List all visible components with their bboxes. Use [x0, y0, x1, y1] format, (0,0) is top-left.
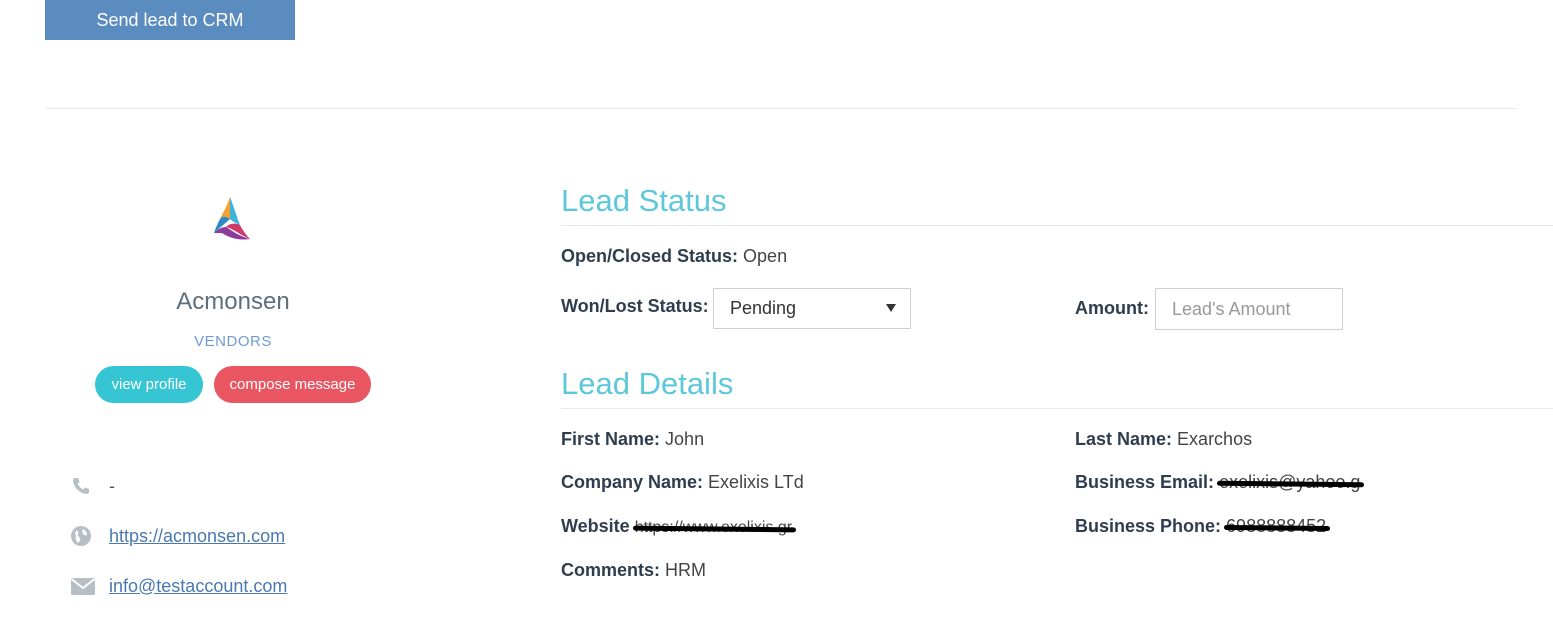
- business-phone-label: Business Phone:: [1075, 516, 1222, 536]
- lead-details-divider: [561, 408, 1553, 409]
- contact-website-link[interactable]: https://acmonsen.com: [109, 526, 285, 547]
- won-lost-status-select[interactable]: Pending: [713, 288, 911, 329]
- company-name-label: Company Name:: [561, 472, 704, 492]
- website-label: Website: [561, 516, 630, 536]
- first-name-value: John: [665, 429, 705, 449]
- profile-name: Acmonsen: [176, 288, 290, 315]
- lead-details-title: Lead Details: [561, 366, 734, 401]
- send-lead-to-crm-button[interactable]: Send lead to CRM: [45, 0, 295, 40]
- comments-field: Comments: HRM: [561, 560, 706, 581]
- first-name-label: First Name:: [561, 429, 661, 449]
- contact-email-row: info@testaccount.com: [70, 574, 287, 598]
- view-profile-button[interactable]: view profile: [95, 366, 203, 403]
- last-name-field: Last Name: Exarchos: [1075, 429, 1252, 450]
- globe-icon: [70, 525, 92, 547]
- contact-website-row: https://acmonsen.com: [70, 524, 285, 548]
- last-name-label: Last Name:: [1075, 429, 1173, 449]
- website-field: Website https://www.exelixis.gr: [561, 516, 792, 537]
- amount-label-wrap: Amount:: [1075, 298, 1149, 319]
- business-email-label: Business Email:: [1075, 472, 1215, 492]
- business-email-field: Business Email: exelixis@yahoo.g: [1075, 472, 1360, 493]
- envelope-icon: [70, 575, 96, 597]
- business-email-value: exelixis@yahoo.g: [1219, 472, 1361, 492]
- profile-category: VENDORS: [194, 333, 272, 350]
- open-closed-status-field: Open/Closed Status: Open: [561, 246, 787, 267]
- comments-label: Comments:: [561, 560, 661, 580]
- company-logo: [210, 193, 254, 243]
- contact-phone-row: -: [70, 474, 115, 498]
- lead-status-divider: [561, 225, 1553, 226]
- open-closed-status-value: Open: [743, 246, 788, 266]
- divider: [46, 108, 1516, 109]
- won-lost-status-label: Won/Lost Status:: [561, 296, 709, 316]
- amount-label: Amount:: [1075, 298, 1149, 318]
- company-name-value: Exelixis LTd: [708, 472, 804, 492]
- won-lost-status-label-wrap: Won/Lost Status:: [561, 296, 709, 317]
- comments-value: HRM: [665, 560, 707, 580]
- won-lost-status-selected: Pending: [730, 298, 797, 318]
- company-name-field: Company Name: Exelixis LTd: [561, 472, 804, 493]
- compose-message-button[interactable]: compose message: [214, 366, 371, 403]
- phone-icon: [70, 475, 92, 497]
- contact-email-link[interactable]: info@testaccount.com: [109, 576, 287, 597]
- business-phone-value: 6988888452: [1226, 516, 1327, 536]
- lead-status-title: Lead Status: [561, 183, 727, 218]
- last-name-value: Exarchos: [1177, 429, 1253, 449]
- amount-input[interactable]: [1155, 288, 1343, 330]
- first-name-field: First Name: John: [561, 429, 704, 450]
- open-closed-status-label: Open/Closed Status:: [561, 246, 739, 266]
- contact-phone-value: -: [109, 475, 115, 496]
- chevron-down-icon: [886, 304, 896, 312]
- website-value: https://www.exelixis.gr: [634, 519, 793, 536]
- business-phone-field: Business Phone: 6988888452: [1075, 516, 1326, 537]
